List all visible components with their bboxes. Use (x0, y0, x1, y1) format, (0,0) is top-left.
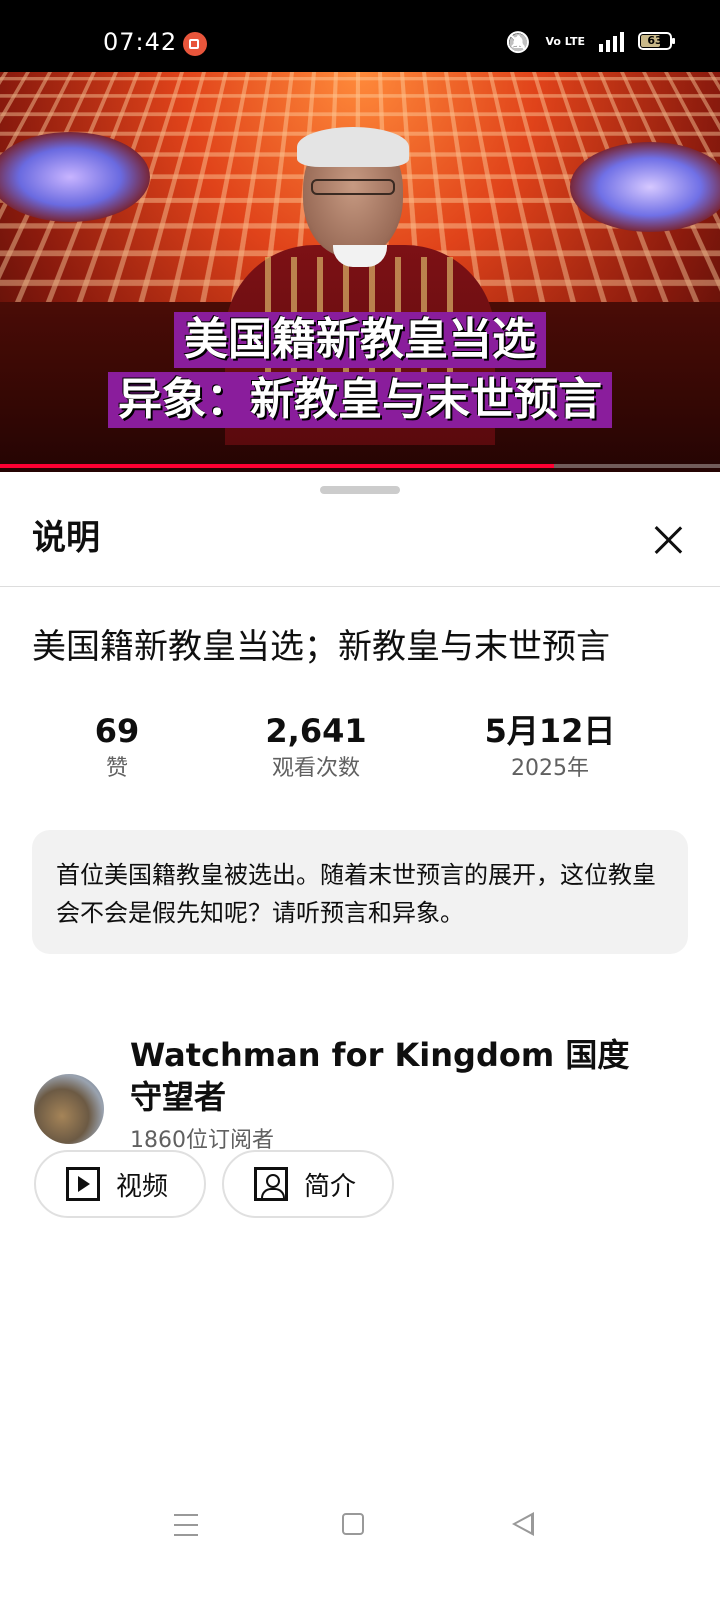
volte-icon: Vo LTE (545, 34, 585, 48)
person-icon (254, 1167, 288, 1201)
channel-avatar[interactable] (34, 1074, 104, 1144)
drag-handle[interactable] (320, 486, 400, 494)
views-label: 观看次数 (271, 756, 360, 781)
description-sheet: 说明 美国籍新教皇当选；新教皇与末世预言 69 赞 2,641 观看次数 5月1… (0, 474, 720, 1600)
video-title: 美国籍新教皇当选；新教皇与末世预言 (32, 627, 610, 667)
about-button-label: 简介 (304, 1171, 357, 1202)
channel-name[interactable]: Watchman for Kingdom 国度守望者 (130, 1034, 650, 1118)
status-bar: 07:42 Vo LTE 63 (0, 0, 720, 72)
video-caption: 美国籍新教皇当选 异象：新教皇与末世预言 (0, 310, 720, 430)
description-text: 首位美国籍教皇被选出。随着末世预言的展开，这位教皇会不会是假先知呢？请听预言和异… (32, 830, 688, 954)
stained-glass-right (570, 142, 720, 232)
videos-button-label: 视频 (116, 1171, 169, 1202)
status-time: 07:42 (103, 28, 178, 56)
screen-record-icon (183, 32, 207, 56)
video-stats: 69 赞 2,641 观看次数 5月12日 2025年 (0, 710, 720, 800)
likes-count: 69 (94, 712, 140, 750)
likes-label: 赞 (105, 756, 128, 781)
sheet-title: 说明 (32, 518, 100, 558)
menu-icon[interactable] (174, 1514, 198, 1536)
battery-icon: 63 (638, 32, 675, 50)
date-stat: 5月12日 2025年 (450, 710, 650, 786)
play-icon (66, 1167, 100, 1201)
video-progress-bar[interactable] (0, 464, 720, 468)
videos-button[interactable]: 视频 (34, 1150, 206, 1218)
views-stat: 2,641 观看次数 (216, 710, 416, 786)
home-icon[interactable] (342, 1513, 364, 1535)
video-progress-fill (0, 464, 555, 468)
battery-level: 63 (647, 34, 663, 47)
video-caption-line-1: 美国籍新教皇当选 (174, 312, 546, 368)
upload-year: 2025年 (511, 756, 589, 781)
likes-stat: 69 赞 (17, 710, 217, 786)
divider (0, 586, 720, 587)
navigation-bar (0, 1500, 720, 1600)
video-player[interactable]: 美国籍新教皇当选 异象：新教皇与末世预言 (0, 72, 720, 472)
signal-4g-icon (599, 30, 624, 52)
upload-date: 5月12日 (484, 712, 616, 750)
status-icons: Vo LTE 63 (505, 30, 675, 52)
video-caption-line-2: 异象：新教皇与末世预言 (108, 372, 612, 428)
channel-info[interactable]: Watchman for Kingdom 国度守望者 1860位订阅者 (32, 1034, 688, 1154)
close-icon[interactable] (650, 522, 686, 558)
about-button[interactable]: 简介 (222, 1150, 394, 1218)
mute-notification-icon (505, 30, 531, 52)
views-count: 2,641 (265, 712, 367, 750)
back-icon[interactable] (512, 1512, 534, 1536)
